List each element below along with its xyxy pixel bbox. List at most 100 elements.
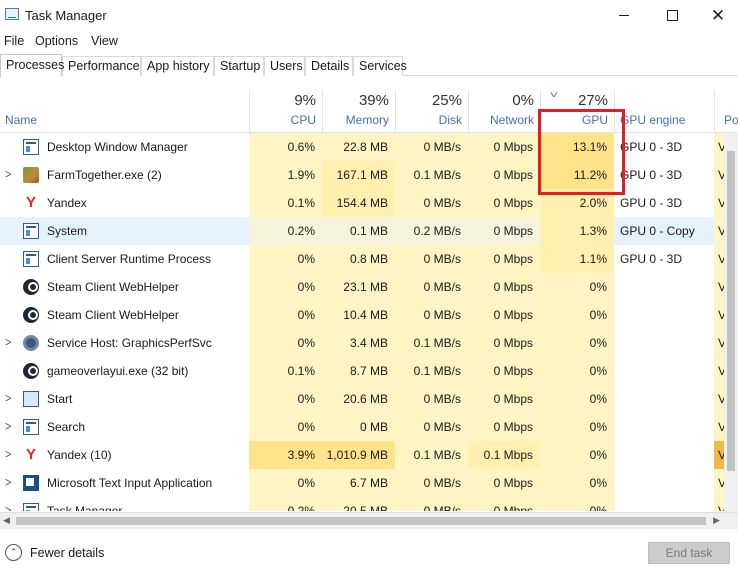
process-name-cell[interactable]: Client Server Runtime Process: [0, 245, 249, 273]
process-name-cell[interactable]: > Y Yandex (10): [0, 441, 249, 469]
process-row[interactable]: Steam Client WebHelper 0% 10.4 MB 0 MB/s 0 M…: [0, 301, 738, 329]
process-row[interactable]: > Task Manager 0.2% 20.5 MB 0 MB/s 0 Mbps 0% V: [0, 497, 738, 511]
horizontal-scroll-thumb[interactable]: [16, 517, 706, 525]
menu-options[interactable]: Options: [35, 34, 78, 48]
process-name: Start: [47, 392, 73, 406]
process-name-cell[interactable]: > Service Host: GraphicsPerfSvc: [0, 329, 249, 357]
start-icon: [23, 391, 39, 407]
header-power[interactable]: Po: [714, 90, 738, 133]
cell-gpu-engine: GPU 0 - 3D: [614, 189, 714, 217]
cell-memory: 154.4 MB: [322, 189, 395, 217]
process-name-cell[interactable]: Desktop Window Manager: [0, 133, 249, 161]
process-name-cell[interactable]: System: [0, 217, 249, 245]
minimize-icon: [619, 15, 629, 16]
column-header: Name 9% CPU 39% Memory 25% Disk 0% Netwo…: [0, 90, 738, 133]
process-row[interactable]: Y Yandex 0.1% 154.4 MB 0 MB/s 0 Mbps 2.0% GPU 0…: [0, 189, 738, 217]
process-row[interactable]: Desktop Window Manager 0.6% 22.8 MB 0 MB/s 0…: [0, 133, 738, 161]
process-name-cell[interactable]: > Task Manager: [0, 497, 249, 511]
process-row[interactable]: > Y Yandex (10) 3.9% 1,010.9 MB 0.1 MB/s 0.1 M…: [0, 441, 738, 469]
tab-details[interactable]: Details: [305, 56, 353, 76]
process-row[interactable]: Client Server Runtime Process 0% 0.8 MB 0 M…: [0, 245, 738, 273]
menu-view[interactable]: View: [91, 34, 118, 48]
process-name-cell[interactable]: Steam Client WebHelper: [0, 301, 249, 329]
cell-memory: 0.1 MB: [322, 217, 395, 245]
expand-chevron-icon[interactable]: >: [5, 504, 11, 511]
tab-app-history[interactable]: App history: [141, 56, 214, 76]
cell-cpu: 0.2%: [249, 497, 322, 511]
tab-startup[interactable]: Startup: [214, 56, 264, 76]
process-name-cell[interactable]: > Search: [0, 413, 249, 441]
end-task-button[interactable]: End task: [648, 542, 730, 564]
cell-disk: 0 MB/s: [395, 245, 468, 273]
process-row[interactable]: System 0.2% 0.1 MB 0.2 MB/s 0 Mbps 1.3% GPU 0 …: [0, 217, 738, 245]
process-name-cell[interactable]: gameoverlayui.exe (32 bit): [0, 357, 249, 385]
header-gpu-engine-label: GPU engine: [620, 113, 686, 127]
cell-gpu-engine: [614, 273, 714, 301]
header-cpu[interactable]: 9% CPU: [249, 90, 322, 133]
yandex-icon: Y: [25, 194, 36, 211]
maximize-button[interactable]: [648, 0, 696, 31]
process-name: FarmTogether.exe (2): [47, 168, 162, 182]
vertical-scroll-thumb[interactable]: [727, 151, 735, 471]
process-row[interactable]: > Start 0% 20.6 MB 0 MB/s 0 Mbps 0% V: [0, 385, 738, 413]
footer: ⌃ Fewer details End task: [0, 530, 738, 582]
scroll-right-icon[interactable]: ▶: [713, 515, 720, 526]
cell-disk: 0 MB/s: [395, 133, 468, 161]
menu-file[interactable]: File: [4, 34, 24, 48]
header-network-label: Network: [489, 113, 534, 127]
gear-icon: [23, 335, 39, 351]
steam-icon: [23, 363, 39, 379]
fewer-details-link[interactable]: Fewer details: [30, 546, 104, 560]
header-network[interactable]: 0% Network: [468, 90, 540, 133]
cpu-total: 9%: [294, 92, 316, 109]
process-row[interactable]: > FarmTogether.exe (2) 1.9% 167.1 MB 0.1 MB/…: [0, 161, 738, 189]
tab-services[interactable]: Services: [353, 56, 407, 76]
process-row[interactable]: Steam Client WebHelper 0% 23.1 MB 0 MB/s 0 M…: [0, 273, 738, 301]
expand-chevron-icon[interactable]: >: [5, 448, 11, 462]
process-name-cell[interactable]: > Microsoft Text Input Application: [0, 469, 249, 497]
maximize-icon: [666, 10, 678, 21]
tab-processes[interactable]: Processes: [0, 54, 64, 77]
process-name: Yandex (10): [47, 448, 112, 462]
cell-memory: 23.1 MB: [322, 273, 395, 301]
cell-cpu: 0.6%: [249, 133, 322, 161]
cell-network: 0 Mbps: [468, 189, 540, 217]
collapse-chevron-icon[interactable]: ⌃: [5, 544, 22, 561]
process-row[interactable]: > Service Host: GraphicsPerfSvc 0% 3.4 MB 0.…: [0, 329, 738, 357]
process-name-cell[interactable]: > Start: [0, 385, 249, 413]
process-row[interactable]: gameoverlayui.exe (32 bit) 0.1% 8.7 MB 0.1 …: [0, 357, 738, 385]
tab-performance[interactable]: Performance: [62, 56, 141, 76]
process-row[interactable]: > Search 0% 0 MB 0 MB/s 0 Mbps 0% V: [0, 413, 738, 441]
expand-chevron-icon[interactable]: >: [5, 392, 11, 406]
tab-users[interactable]: Users: [264, 56, 305, 76]
title-bar: Task Manager ✕: [0, 0, 738, 31]
header-disk[interactable]: 25% Disk: [395, 90, 468, 133]
header-gpu-engine[interactable]: GPU engine: [614, 90, 714, 133]
process-name-cell[interactable]: > FarmTogether.exe (2): [0, 161, 249, 189]
header-disk-label: Disk: [438, 113, 462, 127]
horizontal-scrollbar[interactable]: ◀ ▶: [0, 512, 738, 529]
process-name: Steam Client WebHelper: [47, 280, 179, 294]
expand-chevron-icon[interactable]: >: [5, 336, 11, 350]
process-name: Yandex: [47, 196, 87, 210]
expand-chevron-icon[interactable]: >: [5, 420, 11, 434]
app-icon: [23, 475, 39, 491]
cell-network: 0 Mbps: [468, 301, 540, 329]
close-button[interactable]: ✕: [694, 0, 738, 31]
expand-chevron-icon[interactable]: >: [5, 476, 11, 490]
header-cpu-label: CPU: [290, 113, 316, 127]
process-row[interactable]: > Microsoft Text Input Application 0% 6.7 M…: [0, 469, 738, 497]
process-name: Desktop Window Manager: [47, 140, 188, 154]
process-name: Microsoft Text Input Application: [47, 476, 213, 490]
process-name-cell[interactable]: Steam Client WebHelper: [0, 273, 249, 301]
tab-bar: Processes Performance App history Startu…: [0, 54, 738, 77]
header-name[interactable]: Name: [0, 90, 249, 133]
cell-disk: 0 MB/s: [395, 385, 468, 413]
scroll-left-icon[interactable]: ◀: [3, 515, 10, 526]
header-memory[interactable]: 39% Memory: [322, 90, 395, 133]
vertical-scrollbar[interactable]: [724, 133, 738, 512]
process-name-cell[interactable]: Y Yandex: [0, 189, 249, 217]
cell-cpu: 0%: [249, 301, 322, 329]
minimize-button[interactable]: [600, 0, 648, 31]
expand-chevron-icon[interactable]: >: [5, 168, 11, 182]
